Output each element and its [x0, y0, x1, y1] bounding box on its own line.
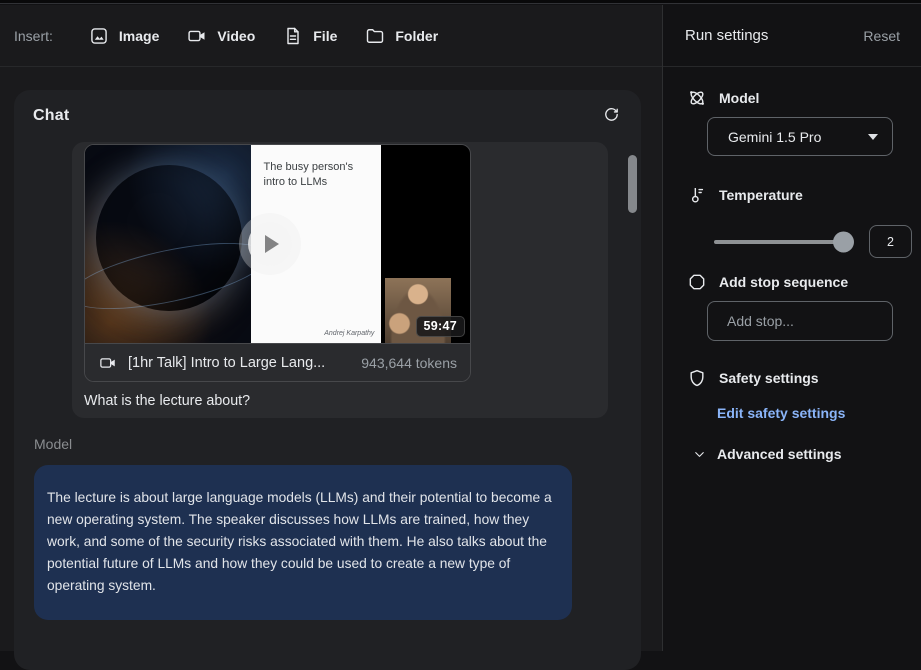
temperature-value-box[interactable]: 2: [869, 225, 912, 258]
insert-folder-button[interactable]: Folder: [365, 26, 438, 46]
model-select-dropdown[interactable]: Gemini 1.5 Pro: [707, 117, 893, 156]
temperature-setting-label: Temperature: [719, 187, 803, 203]
image-icon: [89, 26, 109, 46]
model-turn: Model The lecture is about large languag…: [34, 436, 572, 620]
safety-section: Safety settings Edit safety settings: [663, 368, 921, 423]
temperature-icon: [687, 185, 707, 205]
shield-icon: [687, 368, 707, 388]
stop-setting-row: Add stop sequence: [663, 272, 921, 292]
stop-sequence-input[interactable]: [707, 301, 893, 341]
reset-button[interactable]: Reset: [863, 28, 900, 44]
insert-file-button[interactable]: File: [283, 26, 337, 46]
model-response-bubble: The lecture is about large language mode…: [34, 465, 572, 620]
temperature-slider-row: 2: [714, 225, 912, 258]
chat-title: Chat: [33, 107, 69, 125]
temperature-setting-row: Temperature: [663, 185, 921, 205]
slide-author-text: Andrej Karpathy: [324, 330, 374, 337]
insert-video-button[interactable]: Video: [187, 26, 255, 46]
play-button[interactable]: [239, 213, 301, 275]
insert-video-label: Video: [217, 28, 255, 44]
safety-setting-row: Safety settings: [663, 368, 921, 388]
video-title: [1hr Talk] Intro to Large Lang...: [128, 355, 325, 371]
safety-setting-label: Safety settings: [719, 370, 819, 386]
folder-icon: [365, 26, 385, 46]
user-message-container: The busy person's intro to LLMs Andrej K…: [72, 142, 608, 418]
video-token-count: 943,644 tokens: [361, 355, 457, 371]
chat-header: Chat: [14, 90, 641, 142]
model-icon: [687, 88, 707, 108]
videocam-icon: [98, 353, 118, 373]
run-settings-panel: Run settings Reset Model Gemini 1.5 Pro: [663, 5, 921, 651]
model-setting-label: Model: [719, 90, 759, 106]
file-icon: [283, 26, 303, 46]
run-settings-header: Run settings Reset: [663, 5, 921, 67]
advanced-settings-label: Advanced settings: [717, 446, 841, 462]
play-icon: [265, 235, 279, 253]
insert-file-label: File: [313, 28, 337, 44]
user-question-text: What is the lecture about?: [84, 393, 608, 409]
refresh-chat-button[interactable]: [597, 102, 625, 130]
stop-sequence-section: Add stop sequence: [663, 272, 921, 341]
video-duration-badge: 59:47: [416, 316, 465, 337]
temperature-slider-handle[interactable]: [833, 231, 854, 252]
refresh-icon: [602, 105, 621, 127]
insert-label: Insert:: [14, 28, 53, 44]
video-meta-row: [1hr Talk] Intro to Large Lang... 943,64…: [85, 343, 470, 381]
insert-image-button[interactable]: Image: [89, 26, 159, 46]
window-top-edge: [0, 0, 921, 4]
insert-toolbar: Insert: Image Video: [0, 5, 662, 67]
run-settings-title: Run settings: [685, 27, 768, 44]
insert-image-label: Image: [119, 28, 159, 44]
thumbnail-art-sphere: [85, 145, 251, 343]
video-icon: [187, 26, 207, 46]
chevron-down-icon: [691, 446, 707, 462]
insert-folder-label: Folder: [395, 28, 438, 44]
advanced-settings-toggle[interactable]: Advanced settings: [663, 446, 921, 462]
video-thumbnail[interactable]: The busy person's intro to LLMs Andrej K…: [85, 145, 470, 343]
video-attachment-card[interactable]: The busy person's intro to LLMs Andrej K…: [84, 144, 471, 382]
chat-scroll-area: The busy person's intro to LLMs Andrej K…: [14, 142, 641, 670]
model-role-label: Model: [34, 436, 572, 452]
chevron-down-icon: [868, 134, 878, 140]
edit-safety-settings-link[interactable]: Edit safety settings: [717, 405, 845, 421]
chat-panel: Chat: [14, 90, 641, 670]
slide-title-text: The busy person's intro to LLMs: [251, 145, 382, 190]
main-content-area: Insert: Image Video: [0, 5, 663, 651]
model-setting-row: Model: [663, 88, 921, 108]
stop-octagon-icon: [687, 272, 707, 292]
model-selected-value: Gemini 1.5 Pro: [728, 129, 821, 145]
stop-setting-label: Add stop sequence: [719, 274, 848, 290]
chat-scrollbar-thumb[interactable]: [628, 155, 637, 213]
temperature-slider-track[interactable]: [714, 240, 852, 244]
